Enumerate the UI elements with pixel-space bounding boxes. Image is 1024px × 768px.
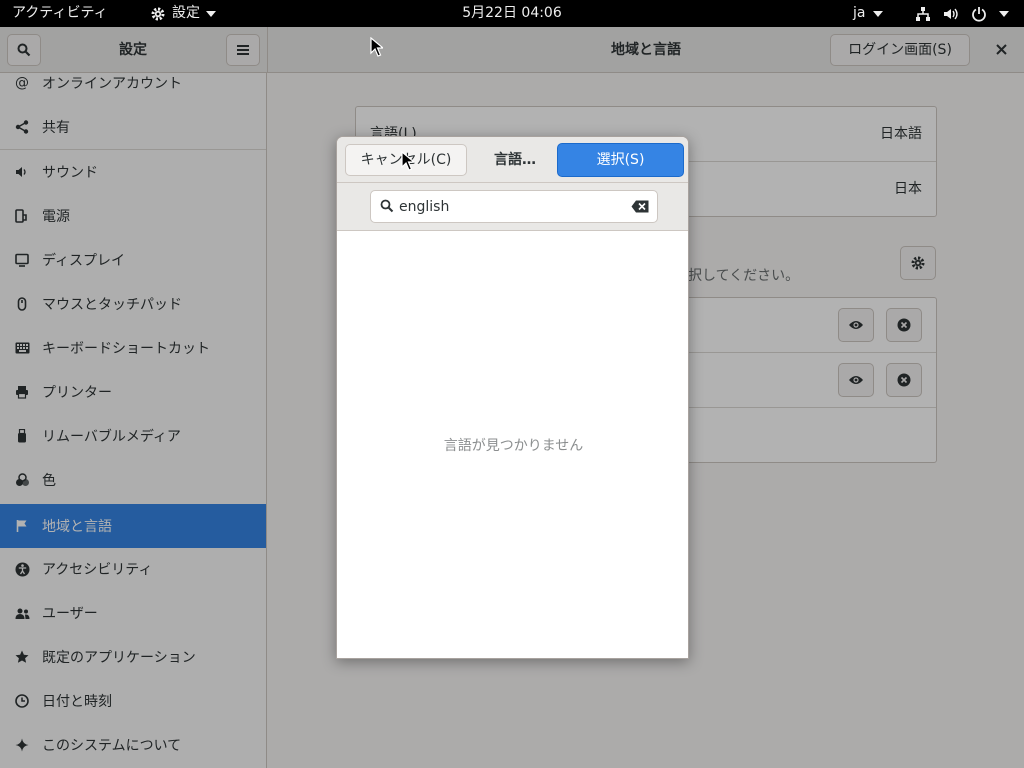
search-input[interactable] <box>399 195 619 218</box>
input-method-menu[interactable]: ja <box>853 0 884 27</box>
chevron-down-icon <box>873 10 884 17</box>
search-icon <box>380 199 394 213</box>
dialog-header: キャンセル(C) 言語… 選択(S) <box>337 137 688 183</box>
mouse-pointer-icon <box>401 151 414 171</box>
search-bar <box>337 183 688 231</box>
input-method-label: ja <box>853 5 866 21</box>
top-bar: アクティビティ 設定 5月22日 04:06 ja <box>0 0 1024 27</box>
no-languages-message: 言語が見つかりません <box>443 438 584 454</box>
mouse-pointer-icon <box>370 37 383 57</box>
network-wired-icon <box>916 6 930 21</box>
system-menu[interactable] <box>915 0 1009 27</box>
chevron-down-icon <box>999 10 1009 17</box>
power-icon <box>972 6 986 22</box>
language-search-field[interactable] <box>370 190 658 223</box>
clear-text-icon[interactable] <box>631 200 649 213</box>
dialog-title: 言語… <box>494 152 536 168</box>
select-button[interactable]: 選択(S) <box>557 143 684 177</box>
volume-icon <box>944 8 958 19</box>
language-chooser-dialog: キャンセル(C) 言語… 選択(S) 言語が見つかりません <box>336 136 689 659</box>
